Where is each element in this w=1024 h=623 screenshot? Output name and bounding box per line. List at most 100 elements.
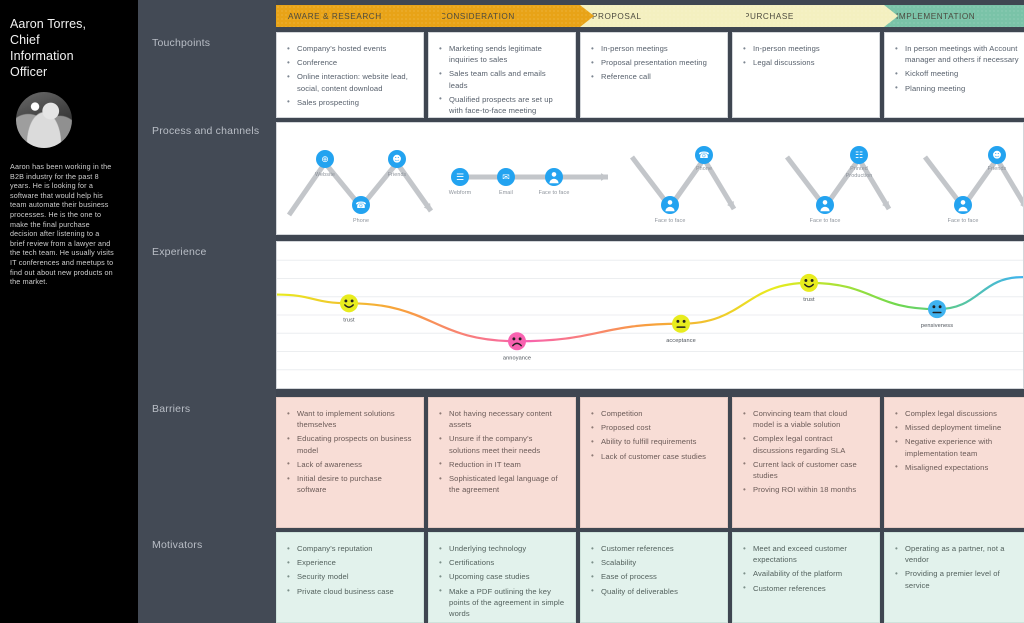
- process-icon-label: Production: [846, 173, 873, 179]
- barrier-item: Initial desire to purchase software: [287, 473, 413, 495]
- globe-icon[interactable]: ⊕: [316, 150, 334, 168]
- motivator-item: Availability of the platform: [743, 568, 869, 579]
- phase-consideration[interactable]: CONSIDERATION: [428, 5, 594, 27]
- emotion-marker-trust[interactable]: [340, 294, 358, 313]
- barrier-item: Complex legal contract discussions regar…: [743, 433, 869, 455]
- touchpoint-item: Proposal presentation meeting: [591, 57, 717, 68]
- row-label-rail: Touchpoints Process and channels Experienc…: [138, 0, 276, 623]
- touchpoint-card[interactable]: In person meetings with Account manager …: [884, 32, 1024, 118]
- process-icon-label: Face to face: [810, 218, 841, 224]
- motivator-item: Private cloud business case: [287, 585, 413, 597]
- motivator-item: Quality of deliverables: [591, 585, 717, 597]
- barrier-card[interactable]: Competition Proposed cost Ability to fulfi…: [580, 397, 728, 528]
- experience-row: trust annoyance acceptance trust pensiveness: [276, 241, 1024, 389]
- barrier-card[interactable]: Complex legal discussions Missed deployme…: [884, 397, 1024, 528]
- friends-icon[interactable]: ☻: [988, 146, 1006, 164]
- phase-header: AWARE & RESEARCH CONSIDERATION PROPOSAL PUR…: [276, 5, 1024, 27]
- touchpoint-card[interactable]: In-person meetings Legal discussions: [732, 32, 880, 118]
- motivator-item: Customer references: [591, 542, 717, 554]
- barrier-item: Misaligned expectations: [895, 461, 1021, 473]
- person-icon[interactable]: [545, 168, 563, 186]
- journey-map-canvas: Aaron Torres, Chief Information Officer Aar…: [0, 0, 1024, 623]
- phase-purchase[interactable]: PURCHASE: [732, 5, 898, 27]
- process-icon-label: Friends: [388, 172, 407, 178]
- phone-icon[interactable]: ☎: [695, 146, 713, 164]
- friends-icon[interactable]: ☻: [388, 150, 406, 168]
- touchpoint-item: Reference call: [591, 71, 717, 82]
- barrier-item: Current lack of customer case studies: [743, 458, 869, 481]
- touchpoint-card[interactable]: In-person meetings Proposal presentation …: [580, 32, 728, 118]
- motivator-card[interactable]: Underlying technology Certifications Upcom…: [428, 532, 576, 623]
- motivators-row: Company's reputation Experience Security m…: [276, 532, 1024, 623]
- row-label-experience: Experience: [152, 246, 207, 258]
- experience-chart: trust annoyance acceptance trust pensiveness: [277, 259, 1023, 371]
- emotion-label: trust: [803, 297, 815, 303]
- person-icon[interactable]: [954, 196, 972, 214]
- touchpoint-item: Planning meeting: [895, 82, 1021, 94]
- barrier-item: Want to implement solutions themselves: [287, 407, 413, 430]
- motivator-item: Scalability: [591, 557, 717, 568]
- emotion-marker-pensiveness[interactable]: [928, 300, 946, 319]
- motivator-card[interactable]: Operating as a partner, not a vendor Prov…: [884, 532, 1024, 623]
- phase-aware-research[interactable]: AWARE & RESEARCH: [276, 5, 442, 27]
- touchpoint-card[interactable]: Marketing sends legitimate inquiries to …: [428, 32, 576, 118]
- barrier-card[interactable]: Convincing team that cloud model is a vi…: [732, 397, 880, 528]
- motivator-item: Meet and exceed customer expectations: [743, 542, 869, 565]
- barrier-item: Missed deployment timeline: [895, 422, 1021, 433]
- motivator-item: Operating as a partner, not a vendor: [895, 542, 1021, 565]
- process-icon-label: Printed: [850, 166, 868, 172]
- barrier-item: Negative experience with implementation …: [895, 436, 1021, 458]
- motivator-item: Customer references: [743, 582, 869, 594]
- barrier-card[interactable]: Want to implement solutions themselves Ed…: [276, 397, 424, 528]
- touchpoint-card[interactable]: Company's hosted events Conference Online …: [276, 32, 424, 118]
- barrier-item: Sophisticated legal language of the agre…: [439, 473, 565, 495]
- row-label-motivators: Motivators: [152, 539, 203, 551]
- barrier-item: Lack of customer case studies: [591, 450, 717, 462]
- motivator-card[interactable]: Meet and exceed customer expectations Ava…: [732, 532, 880, 623]
- svg-text:☷: ☷: [855, 151, 863, 161]
- barrier-card[interactable]: Not having necessary content assets Unsur…: [428, 397, 576, 528]
- person-icon[interactable]: [816, 196, 834, 214]
- touchpoint-item: Kickoff meeting: [895, 68, 1021, 79]
- emotion-marker-acceptance[interactable]: [672, 314, 690, 333]
- process-icon-label: Phone: [696, 166, 712, 172]
- touchpoints-row: Company's hosted events Conference Online …: [276, 32, 1024, 118]
- barrier-item: Proving ROI within 18 months: [743, 484, 869, 495]
- barrier-item: Proposed cost: [591, 422, 717, 433]
- motivator-card[interactable]: Customer references Scalability Ease of pr…: [580, 532, 728, 623]
- svg-text:✉: ✉: [502, 173, 510, 183]
- barrier-item: Ability to fulfill requirements: [591, 436, 717, 447]
- phase-implementation[interactable]: IMPLEMENTATION: [884, 5, 1024, 27]
- avatar: [16, 92, 72, 148]
- motivator-item: Ease of process: [591, 571, 717, 582]
- process-icon-label: Face to face: [948, 218, 979, 224]
- process-diagram: ⊕ Website ☎ Phone ☻ Friends ☰ Webform ✉ Email Face…: [286, 146, 1023, 224]
- barriers-row: Want to implement solutions themselves Ed…: [276, 397, 1024, 528]
- process-icon-label: Friends: [988, 166, 1007, 172]
- process-icon-label: Phone: [353, 218, 369, 224]
- phase-proposal[interactable]: PROPOSAL: [580, 5, 746, 27]
- document-icon[interactable]: ☷: [850, 146, 868, 164]
- emotion-marker-annoyance[interactable]: [508, 332, 526, 351]
- person-icon[interactable]: [661, 196, 679, 214]
- phone-icon[interactable]: ☎: [352, 196, 370, 214]
- touchpoint-item: Conference: [287, 57, 413, 68]
- emotion-marker-trust[interactable]: [800, 273, 818, 292]
- svg-text:☻: ☻: [392, 154, 401, 165]
- barrier-item: Competition: [591, 407, 717, 419]
- emotion-label: annoyance: [503, 355, 531, 361]
- svg-text:☎: ☎: [698, 151, 709, 161]
- motivator-item: Make a PDF outlining the key points of t…: [439, 585, 565, 620]
- email-icon[interactable]: ✉: [497, 168, 515, 186]
- barrier-item: Convincing team that cloud model is a vi…: [743, 407, 869, 430]
- motivator-card[interactable]: Company's reputation Experience Security m…: [276, 532, 424, 623]
- emotion-label: acceptance: [666, 338, 696, 344]
- touchpoint-item: Qualified prospects are set up with face…: [439, 93, 565, 116]
- webform-icon[interactable]: ☰: [451, 168, 469, 186]
- touchpoint-item: Sales team calls and emails leads: [439, 68, 565, 90]
- motivator-item: Security model: [287, 571, 413, 582]
- experience-curve: [277, 275, 1023, 343]
- barrier-item: Lack of awareness: [287, 458, 413, 470]
- journey-grid: AWARE & RESEARCH CONSIDERATION PROPOSAL PUR…: [276, 0, 1024, 623]
- motivator-item: Upcoming case studies: [439, 571, 565, 582]
